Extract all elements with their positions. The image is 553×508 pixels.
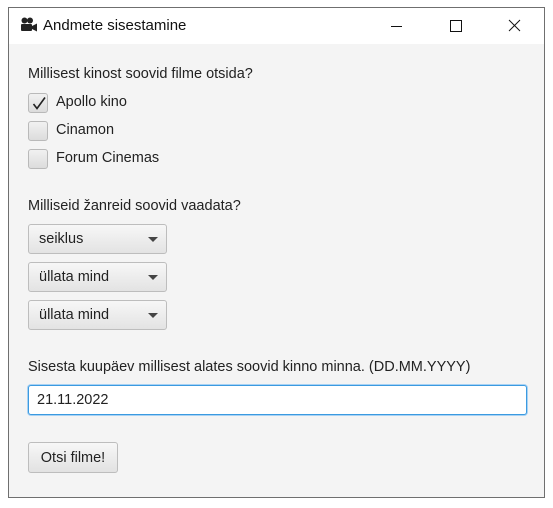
- chevron-down-icon: [148, 313, 158, 318]
- app-window: Andmete sisestamine Millisest kinost soo…: [8, 7, 545, 498]
- genre-select-2[interactable]: üllata mind: [28, 262, 167, 292]
- genre-select-1[interactable]: seiklus: [28, 224, 167, 254]
- checkmark-icon: [32, 97, 46, 110]
- genre-select-3[interactable]: üllata mind: [28, 300, 167, 330]
- checkbox-box[interactable]: [28, 93, 48, 113]
- date-question: Sisesta kuupäev millisest alates soovid …: [28, 359, 471, 375]
- genre-select-value: üllata mind: [39, 307, 110, 323]
- window-title: Andmete sisestamine: [43, 17, 187, 34]
- maximize-button[interactable]: [426, 8, 485, 44]
- chevron-down-icon: [148, 237, 158, 242]
- genre-select-value: üllata mind: [39, 269, 110, 285]
- checkbox-box[interactable]: [28, 121, 48, 141]
- title-bar[interactable]: Andmete sisestamine: [9, 8, 544, 44]
- genre-select-value: seiklus: [39, 231, 84, 247]
- genre-question: Milliseid žanreid soovid vaadata?: [28, 198, 241, 214]
- movie-camera-icon: [20, 17, 38, 33]
- chevron-down-icon: [148, 275, 158, 280]
- close-button[interactable]: [485, 8, 544, 44]
- checkbox-box[interactable]: [28, 149, 48, 169]
- date-input[interactable]: [28, 385, 527, 415]
- search-films-button[interactable]: Otsi filme!: [28, 442, 118, 473]
- cinema-question: Millisest kinost soovid filme otsida?: [28, 66, 253, 82]
- checkbox-label: Cinamon: [56, 122, 115, 138]
- checkbox-label: Apollo kino: [56, 94, 127, 110]
- minimize-button[interactable]: [367, 8, 426, 44]
- checkbox-label: Forum Cinemas: [56, 150, 160, 166]
